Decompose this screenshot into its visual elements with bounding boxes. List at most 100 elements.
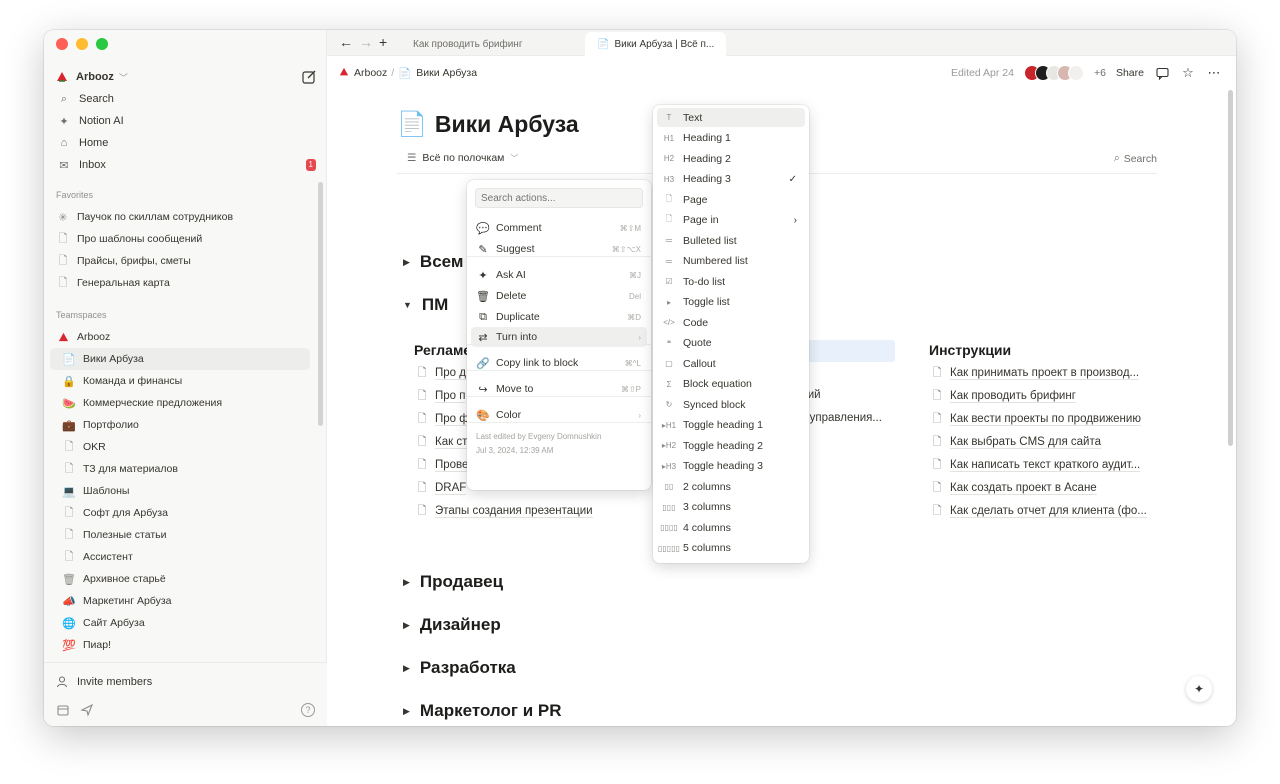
favorite-item[interactable]: 🗋 Прайсы, брифы, сметы [50,250,310,272]
turn-into-toggle-heading-3[interactable]: ▸H3 Toggle heading 3 [657,457,805,476]
notion-ai-button[interactable]: ✦ [1186,676,1212,702]
turn-into-page[interactable]: 🗋 Page [657,190,805,209]
invite-members-button[interactable]: Invite members [56,675,152,689]
sidebar-item-home[interactable]: ⌂ Home [52,132,318,154]
action-delete[interactable]: 🗑 Delete Del [471,286,647,306]
breadcrumb-page[interactable]: Вики Арбуза [416,67,477,79]
turn-into-block-equation[interactable]: Σ Block equation [657,375,805,394]
linked-page[interactable]: 🗋 Как написать текст краткого аудит... [931,458,1141,472]
sidebar-page-item[interactable]: 🗋 OKR [50,436,310,458]
turn-into-toggle-heading-1[interactable]: ▸H1 Toggle heading 1 [657,416,805,435]
turn-into-quote[interactable]: ❝ Quote [657,334,805,353]
turn-into-text[interactable]: T Text [657,108,805,127]
maximize-window-button[interactable] [96,38,108,50]
linked-page-title-fragment[interactable]: и управления... [800,412,882,424]
linked-page[interactable]: 🗋 Про д [416,366,466,380]
sidebar-page-item[interactable]: 🗋 Ассистент [50,546,310,568]
sidebar-page-item[interactable]: 🗋 ТЗ для материалов [50,458,310,480]
share-button[interactable]: Share [1116,67,1144,79]
linked-page[interactable]: 🗋 Этапы создания презентации [416,504,593,518]
toggle-heading-section[interactable]: ▶ Дизайнер [403,615,501,635]
turn-into-5-columns[interactable]: ▯▯▯▯▯ 5 columns [657,539,805,558]
linked-page[interactable]: 🗋 Как создать проект в Асане [931,481,1097,495]
view-selector[interactable]: ☰ Всё по полочкам ﹀ [407,152,518,164]
turn-into-numbered-list[interactable]: ≔ Numbered list [657,252,805,271]
turn-into-toggle-list[interactable]: ▸ Toggle list [657,293,805,312]
sidebar-item-search[interactable]: ⌕ Search [52,88,318,110]
turn-into-heading-1[interactable]: H1 Heading 1 [657,129,805,148]
star-icon[interactable]: ☆ [1180,65,1196,81]
main-scrollbar[interactable] [1228,90,1233,446]
calendar-icon[interactable] [56,703,70,717]
sidebar-page-item[interactable]: 💼 Портфолио [50,414,310,436]
sidebar-scrollbar[interactable] [318,182,323,426]
turn-into-callout[interactable]: ▢ Callout [657,354,805,373]
sidebar-page-item[interactable]: 🗋 Полезные статьи [50,524,310,546]
favorite-item[interactable]: 🗋 Про шаблоны сообщений [50,228,310,250]
toggle-heading-pm[interactable]: ▼ ПМ [403,295,448,315]
toggle-heading-section[interactable]: ▶ Разработка [403,658,516,678]
action-comment[interactable]: 💬 Comment ⌘⇧M [471,218,647,238]
send-icon[interactable] [80,703,94,717]
sidebar-page-item[interactable]: 🗋 Софт для Арбуза [50,502,310,524]
linked-page[interactable]: 🗋 Как принимать проект в производ... [931,366,1140,380]
toggle-arrow-right-icon[interactable]: ▶ [403,706,410,717]
minimize-window-button[interactable] [76,38,88,50]
page-title[interactable]: 📄 Вики Арбуза [397,110,579,139]
sidebar-page-item[interactable]: 📄 Вики Арбуза [50,348,310,370]
search-actions-input[interactable] [475,188,643,208]
new-tab-icon[interactable]: + [379,34,387,50]
action-duplicate[interactable]: ⧉ Duplicate ⌘D [471,307,647,327]
favorite-item[interactable]: ✳ Паучок по скиллам сотрудников [50,206,310,228]
linked-page[interactable]: 🗋 Как ст [416,435,468,449]
toggle-arrow-right-icon[interactable]: ▶ [403,257,410,268]
turn-into-3-columns[interactable]: ▯▯▯ 3 columns [657,498,805,517]
sidebar-page-item[interactable]: 🍉 Коммерческие предложения [50,392,310,414]
breadcrumb-workspace[interactable]: Arbooz [354,67,387,79]
turn-into-4-columns[interactable]: ▯▯▯▯ 4 columns [657,518,805,537]
workspace-switcher[interactable]: Arbooz ﹀ [56,64,318,90]
linked-page[interactable]: 🗋 Как проводить брифинг [931,389,1076,403]
new-page-icon[interactable] [300,68,318,86]
sidebar-page-item[interactable]: 🗑 Архивное старьё [50,568,310,590]
view-search-button[interactable]: ⌕ Search [1114,152,1157,165]
turn-into-bulleted-list[interactable]: ≔ Bulleted list [657,231,805,250]
teamspace-arbooz[interactable]: Arbooz [50,326,310,348]
forward-arrow-icon[interactable]: → [359,34,373,50]
sidebar-page-item[interactable]: 🌐 Сайт Арбуза [50,612,310,634]
more-options-icon[interactable]: ⋯ [1206,65,1222,81]
linked-page[interactable]: 🗋 Про ф [416,412,469,426]
action-ask-ai[interactable]: ✦ Ask AI ⌘J [471,265,647,285]
turn-into-2-columns[interactable]: ▯▯ 2 columns [657,477,805,496]
toggle-arrow-right-icon[interactable]: ▶ [403,663,410,674]
turn-into-synced-block[interactable]: ↻ Synced block [657,395,805,414]
toggle-arrow-right-icon[interactable]: ▶ [403,577,410,588]
toggle-arrow-right-icon[interactable]: ▶ [403,620,410,631]
linked-page[interactable]: 🗋 Как сделать отчет для клиента (фо... [931,504,1147,518]
linked-page[interactable]: 🗋 Про п [416,389,466,403]
toggle-arrow-down-icon[interactable]: ▼ [403,300,412,310]
linked-page[interactable]: 🗋 DRAF [416,481,467,495]
favorite-item[interactable]: 🗋 Генеральная карта [50,272,310,294]
sidebar-item-inbox[interactable]: ✉ Inbox 1 [52,154,318,176]
turn-into-heading-3[interactable]: H3 Heading 3 ✓ [657,170,805,189]
linked-page[interactable]: 🗋 Как выбрать CMS для сайта [931,435,1101,449]
close-window-button[interactable] [56,38,68,50]
sidebar-page-item[interactable]: 💯 Пиар! [50,634,310,656]
turn-into-toggle-heading-2[interactable]: ▸H2 Toggle heading 2 [657,436,805,455]
more-collaborators-count[interactable]: +6 [1094,67,1106,79]
turn-into-page-in[interactable]: 🗋 Page in › [657,211,805,230]
tab-briefing[interactable]: Как проводить брифинг [401,32,534,56]
linked-page[interactable]: 🗋 Прове [416,458,469,472]
comments-icon[interactable] [1154,65,1170,81]
linked-page[interactable]: 🗋 Как вести проекты по продвижению [931,412,1141,426]
turn-into-code[interactable]: </> Code [657,313,805,332]
toggle-heading-section[interactable]: ▶ Маркетолог и PR [403,701,561,721]
sidebar-page-item[interactable]: 💻 Шаблоны [50,480,310,502]
help-button[interactable]: ? [301,703,315,717]
collaborator-avatars[interactable] [1023,65,1084,81]
sidebar-page-item[interactable]: 📣 Маркетинг Арбуза [50,590,310,612]
sidebar-page-item[interactable]: 🔒 Команда и финансы [50,370,310,392]
back-arrow-icon[interactable]: ← [339,34,353,50]
turn-into-to-do-list[interactable]: ☑ To-do list [657,272,805,291]
